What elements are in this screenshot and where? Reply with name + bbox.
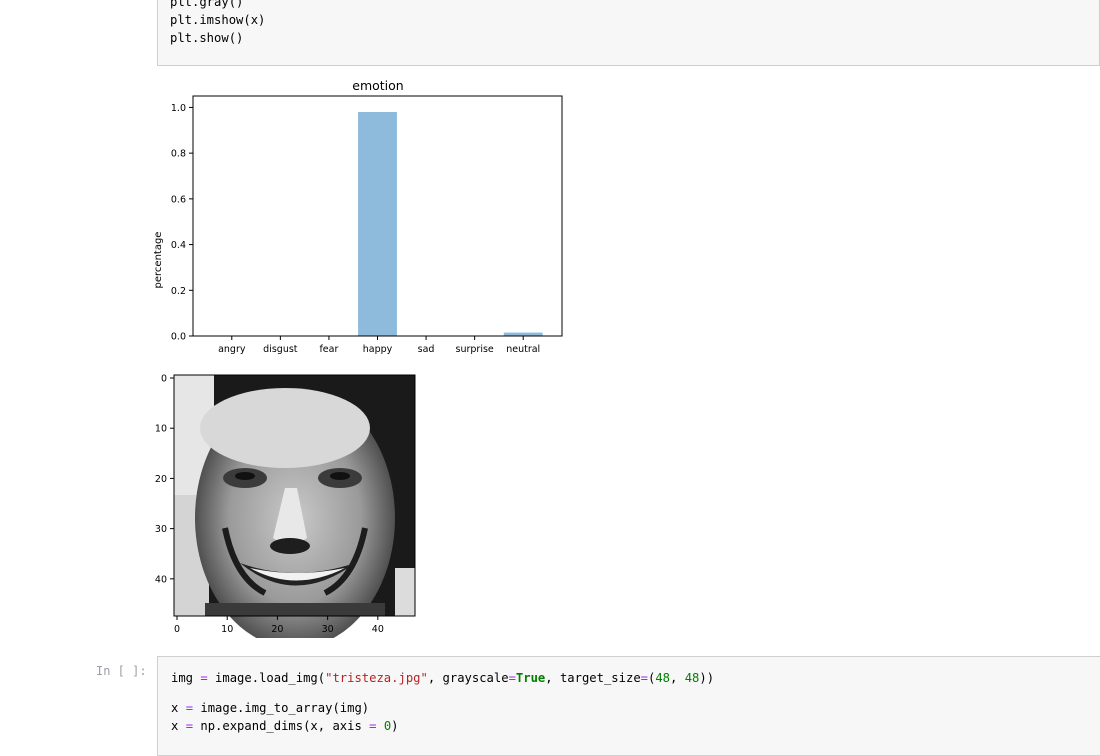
face-image	[174, 375, 415, 638]
code-line-expand-dims: x = np.expand_dims(x, axis = 0)	[171, 719, 399, 733]
bar-neutral	[503, 332, 543, 336]
emotion-bar-chart: emotion percentage 0.0 0.2 0.4 0.6 0.8 1.0 ang…	[153, 78, 563, 355]
x-tick-label-neutral: neutral	[506, 344, 540, 355]
y-tick-label: 1.0	[171, 103, 186, 114]
code-line-load-img: img = image.load_img("tristeza.jpg", gra…	[171, 671, 715, 685]
x-tick-label: 0	[174, 624, 180, 635]
y-tick-label: 30	[155, 524, 167, 535]
x-tick-label-fear: fear	[319, 344, 338, 355]
x-tick-label: 40	[372, 624, 384, 635]
bar-happy	[358, 112, 397, 336]
y-tick-label: 0.8	[171, 149, 186, 160]
x-tick-label-happy: happy	[363, 344, 393, 355]
y-tick-label: 20	[155, 474, 167, 485]
input-prompt: In [ ]:	[96, 664, 147, 678]
x-tick-label: 20	[271, 624, 283, 635]
y-tick-label: 40	[155, 574, 167, 585]
chart-title: emotion	[352, 78, 403, 93]
x-tick-label: 30	[322, 624, 334, 635]
code-line: plt.imshow(x)	[170, 13, 266, 27]
x-tick-label-disgust: disgust	[263, 344, 298, 355]
face-image-plot: 0 10 20 30 40 0 10 20 30 40	[155, 374, 416, 638]
x-tick-label-surprise: surprise	[456, 344, 494, 355]
x-tick-label-sad: sad	[418, 344, 435, 355]
code-line: plt.show()	[170, 31, 244, 45]
y-tick-label: 10	[155, 424, 167, 435]
y-tick-label: 0.6	[171, 194, 186, 205]
code-line-img-to-array: x = image.img_to_array(img)	[171, 701, 370, 715]
x-tick-label: 10	[221, 624, 233, 635]
x-tick-label-angry: angry	[218, 344, 246, 355]
y-tick-label: 0	[161, 374, 167, 385]
code-cell-top[interactable]: plt.gray() plt.imshow(x) plt.show()	[157, 0, 1100, 66]
code-cell-input[interactable]: img = image.load_img("tristeza.jpg", gra…	[157, 656, 1100, 756]
y-tick-label: 0.4	[171, 240, 186, 251]
y-tick-label: 0.0	[171, 332, 186, 343]
y-tick-label: 0.2	[171, 286, 186, 297]
code-line: plt.gray()	[170, 0, 244, 9]
y-axis-label: percentage	[153, 232, 164, 289]
